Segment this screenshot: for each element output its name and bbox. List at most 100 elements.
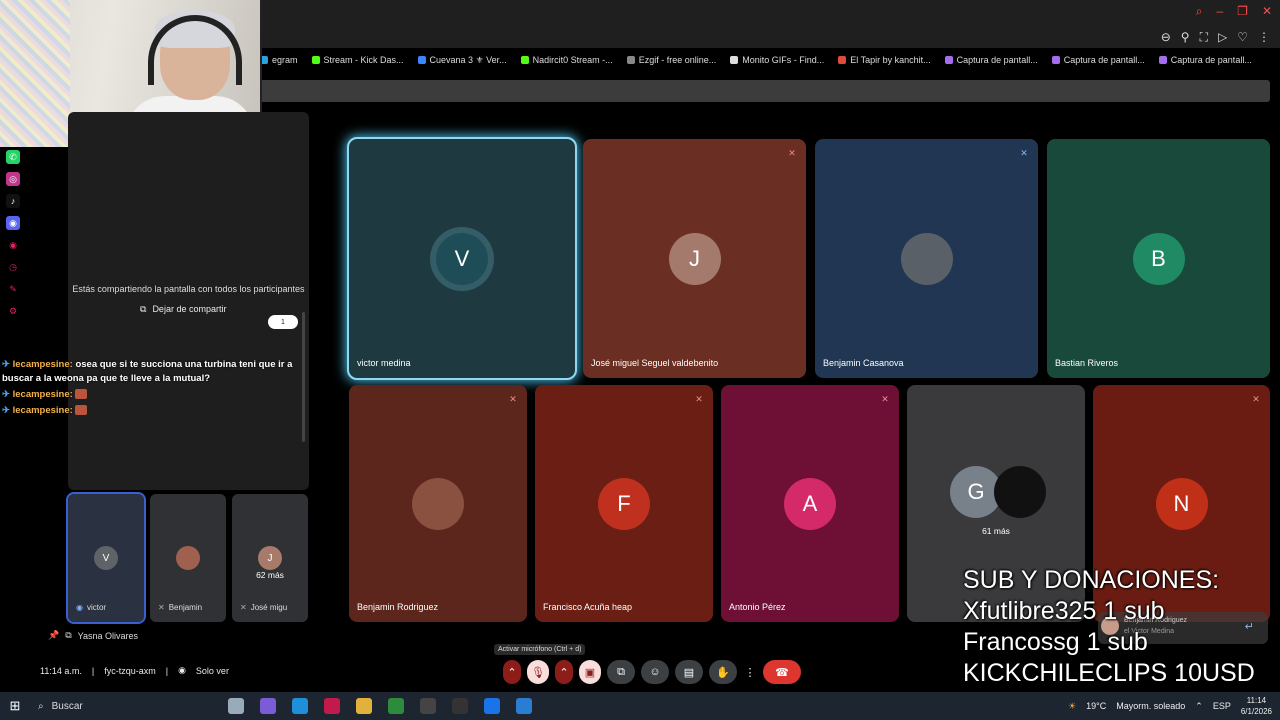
browser-toolbar: ⊖ ⚲ ⛶ ▷ ♡ ⋮ [1161, 30, 1270, 45]
mic-off-icon: ✕ [881, 393, 889, 404]
bookmark-item[interactable]: Nadircit0 Stream -... [520, 52, 613, 68]
participant-tile[interactable]: F ✕ Francisco Acuña heap [535, 385, 713, 622]
chat-username[interactable]: lecampesine: [13, 405, 73, 416]
menu-icon[interactable]: ⋮ [1258, 30, 1270, 45]
emoji-button[interactable]: ☺ [641, 660, 669, 684]
clock[interactable]: 11:14 6/1/2026 [1241, 695, 1272, 717]
screen: ⌕ – ❐ ✕ ⊖ ⚲ ⛶ ▷ ♡ ⋮ egram Stream - Kick D… [0, 0, 1280, 720]
start-icon[interactable]: ⊞ [0, 698, 30, 714]
avatar: B [1132, 232, 1185, 285]
chat-username[interactable]: lecampesine: [13, 359, 73, 370]
captions-button[interactable]: ▤ [675, 660, 703, 684]
avatar: J [668, 232, 721, 285]
bookmark-item[interactable]: Captura de pantall... [944, 52, 1038, 68]
avatar: V [436, 232, 488, 285]
close-icon[interactable]: ✕ [1262, 4, 1272, 19]
screen-share-panel: Estás compartiendo la pantalla con todos… [68, 112, 309, 490]
mic-options-button[interactable]: ⌃ [503, 660, 521, 684]
store-icon[interactable] [484, 698, 500, 714]
participant-tile[interactable]: J ✕ José miguel Seguel valdebenito [583, 139, 806, 378]
bookmark-icon [1158, 56, 1167, 64]
participant-tile[interactable]: ✕ Benjamin Casanova [815, 139, 1038, 378]
bookmark-item[interactable]: Stream - Kick Das... [311, 52, 404, 68]
meeting-code[interactable]: fyc-tzqu-axm [104, 666, 156, 676]
zoom-icon[interactable]: ⊖ [1161, 30, 1171, 45]
more-count: 61 más [982, 525, 1010, 536]
copilot-icon[interactable] [260, 698, 276, 714]
participant-tile[interactable]: A ✕ Antonio Pérez [721, 385, 899, 622]
avatar [900, 232, 953, 285]
mini-name-label: Benjamin [168, 603, 203, 612]
search-icon: ⌕ [38, 700, 44, 712]
camera-toggle-button[interactable]: ▣ [579, 660, 601, 684]
more-options-button[interactable]: ⋮ [743, 660, 757, 684]
bookmark-item[interactable]: Captura de pantall... [1158, 52, 1252, 68]
mini-name-label: victor [86, 603, 107, 612]
scrollbar[interactable] [302, 312, 305, 442]
edge-icon[interactable] [292, 698, 308, 714]
play-icon[interactable]: ▷ [1218, 30, 1227, 45]
taskbar-search[interactable]: ⌕ Buscar [30, 695, 220, 717]
discord-icon: ◉ [6, 216, 20, 230]
epic-games-icon[interactable] [420, 698, 436, 714]
bookmark-item[interactable]: Ezgif - free online... [626, 52, 716, 68]
app-icon[interactable] [388, 698, 404, 714]
opera-icon[interactable] [324, 698, 340, 714]
pinned-row: 📌 ⧉ Yasna Olivares [48, 630, 138, 641]
mic-off-icon: ✕ [509, 393, 517, 404]
present-icon: ⧉ [65, 630, 72, 640]
emote-icon [75, 389, 88, 400]
camera-options-button[interactable]: ⌃ [555, 660, 573, 684]
screenshot-icon[interactable]: ⛶ [1200, 30, 1208, 45]
restore-icon[interactable]: ❐ [1237, 4, 1248, 19]
emote-icon [75, 405, 88, 416]
bookmark-item[interactable]: Captura de pantall... [1051, 52, 1145, 68]
bookmark-label: Monito GIFs - Find... [742, 55, 825, 65]
present-icon: ⧉ [140, 303, 147, 314]
app2-icon[interactable] [516, 698, 532, 714]
chat-icon: ✎ [9, 283, 17, 294]
donation-line: SUB Y DONACIONES: [963, 566, 1220, 594]
participant-tile[interactable]: Vvictor medina [347, 137, 577, 380]
bookmark-item[interactable]: El Tapir by kanchit... [838, 52, 931, 68]
pin-icon[interactable]: 📌 [48, 630, 59, 641]
avatar [176, 546, 200, 570]
participant-tile[interactable]: B Bastian Riveros [1047, 139, 1270, 378]
folder-icon[interactable] [356, 698, 372, 714]
task-view-icon[interactable] [228, 698, 244, 714]
clock-date: 6/1/2026 [1240, 707, 1272, 716]
participant-name: Benjamin Rodriguez [357, 602, 439, 612]
participant-name: Antonio Pérez [729, 602, 786, 612]
search-icon[interactable]: ⌕ [1196, 4, 1203, 19]
share-notice: Estás compartiendo la pantalla con todos… [72, 284, 305, 294]
mic-toggle-button[interactable]: 🎙 [527, 660, 549, 684]
present-button[interactable]: ⧉ [607, 660, 635, 684]
raise-hand-button[interactable]: ✋ [709, 660, 737, 684]
mini-participant-tile[interactable]: V ◉ victor [66, 492, 146, 624]
chat-message: ✈ lecampesine: osea que si te succiona u… [2, 358, 302, 386]
pin-icon[interactable]: ⚲ [1181, 30, 1190, 45]
tab-strip [260, 80, 1270, 102]
minimize-icon[interactable]: – [1216, 4, 1223, 19]
bookmark-label: Captura de pantall... [956, 55, 1038, 65]
bookmark-label: Cuevana 3 ⚜ Ver... [429, 54, 507, 65]
participant-tile[interactable]: ✕ Benjamin Rodriguez [349, 385, 527, 622]
chat-message: ✈ lecampesine: [2, 388, 302, 402]
stop-sharing-button[interactable]: ⧉ Dejar de compartir [130, 300, 236, 318]
obs-icon[interactable] [452, 698, 468, 714]
page-pill[interactable]: 1 [268, 315, 298, 329]
system-tray: ☀ 19°C Mayorm. soleado ⌃ ESP 11:14 6/1/2… [1068, 692, 1272, 720]
mini-participant-tile[interactable]: J 62 más ✕ José migu [232, 494, 308, 622]
bookmark-item[interactable]: egram [260, 52, 298, 68]
history-icon: ◷ [9, 261, 17, 272]
bookmark-item[interactable]: Monito GIFs - Find... [730, 52, 824, 68]
leave-call-button[interactable]: ☎ [763, 660, 801, 684]
chevron-up-icon[interactable]: ⌃ [1195, 701, 1203, 712]
lang[interactable]: ESP [1213, 701, 1231, 711]
mini-participant-tile[interactable]: ✕ Benjamin [150, 494, 226, 622]
badge-icon: ✈ [2, 359, 13, 370]
heart-icon[interactable]: ♡ [1237, 30, 1248, 45]
chat-username[interactable]: lecampesine: [13, 389, 73, 400]
bookmark-item[interactable]: Cuevana 3 ⚜ Ver... [417, 52, 507, 68]
eye-icon: ◉ [178, 665, 186, 675]
